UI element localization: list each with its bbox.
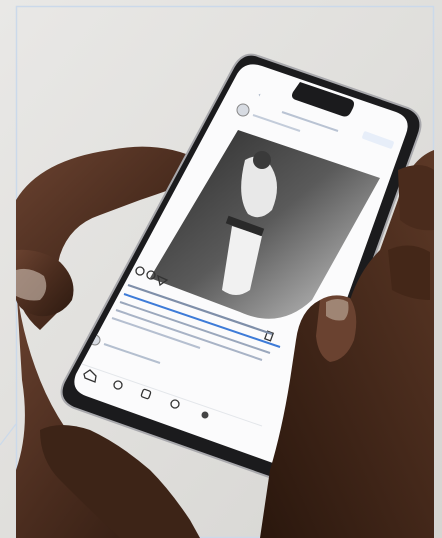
figure-head (253, 151, 271, 169)
right-thumbnail (326, 299, 349, 321)
photo-hand-holding-phone: ‹ (0, 0, 442, 538)
right-finger-top (398, 165, 434, 231)
avatar[interactable] (236, 103, 250, 117)
photo-canvas: ‹ (0, 0, 442, 538)
profile-icon[interactable] (201, 411, 209, 419)
